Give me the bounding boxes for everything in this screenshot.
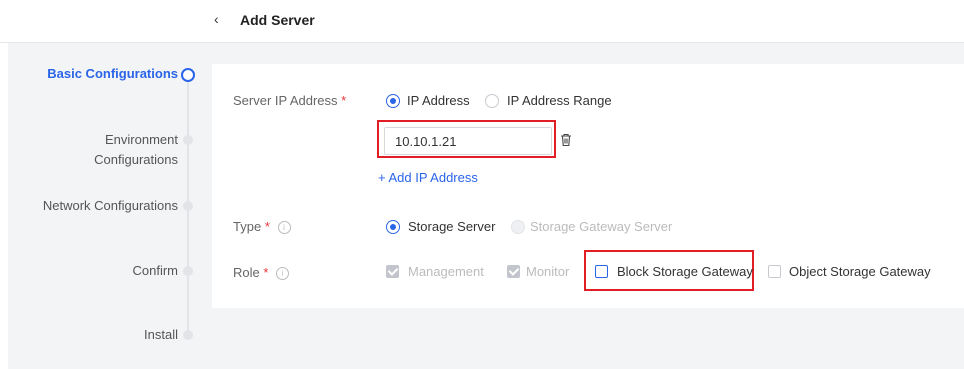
ip-address-input[interactable]: 10.10.1.21 [384,127,552,155]
management-option-label: Management [408,264,484,279]
server-ip-label: Server IP Address * [233,93,346,108]
add-ip-address-link[interactable]: + Add IP Address [378,170,478,185]
monitor-option-label: Monitor [526,264,570,279]
storage-server-radio[interactable] [386,220,400,234]
top-bar: ‹ Add Server [0,0,964,43]
step-active-indicator-icon [181,68,195,82]
ip-address-range-radio[interactable] [485,94,499,108]
role-label-text: Role [233,265,260,280]
ip-address-radio[interactable] [386,94,400,108]
info-icon[interactable]: i [276,267,290,281]
step-indicator-icon [183,266,193,276]
step-basic-configurations[interactable]: Basic Configurations [47,64,178,84]
required-mark: * [263,265,269,280]
storage-gateway-server-option-label: Storage Gateway Server [530,219,673,234]
info-icon[interactable]: i [277,221,291,235]
ip-address-range-option-label[interactable]: IP Address Range [507,93,612,108]
management-checkbox [386,265,399,278]
step-confirm[interactable]: Confirm [132,261,178,281]
object-storage-gateway-checkbox[interactable] [768,265,781,278]
step-indicator-icon [183,201,193,211]
step-network-configurations[interactable]: Network Configurations [43,196,178,216]
ip-address-option-label[interactable]: IP Address [407,93,470,108]
required-mark: * [264,219,270,234]
required-mark: * [341,93,347,108]
type-label: Type * i [233,219,291,235]
page-title: Add Server [240,12,315,28]
role-label: Role * i [233,265,290,281]
block-storage-gateway-checkbox[interactable] [595,265,608,278]
object-storage-gateway-option-label[interactable]: Object Storage Gateway [789,264,931,279]
monitor-checkbox [507,265,520,278]
step-install[interactable]: Install [144,325,178,345]
type-label-text: Type [233,219,262,234]
trash-icon[interactable] [560,133,572,152]
step-label-line1: Environment [105,132,178,147]
step-environment-configurations[interactable]: Environment Configurations [94,130,178,170]
storage-gateway-server-radio [511,220,525,234]
storage-server-option-label[interactable]: Storage Server [408,219,495,234]
step-indicator-icon [183,330,193,340]
block-storage-gateway-option-label[interactable]: Block Storage Gateway [617,264,753,279]
back-chevron-icon[interactable]: ‹ [214,11,219,27]
step-label-line2: Configurations [94,152,178,167]
server-ip-label-text: Server IP Address [233,93,338,108]
step-indicator-icon [183,135,193,145]
